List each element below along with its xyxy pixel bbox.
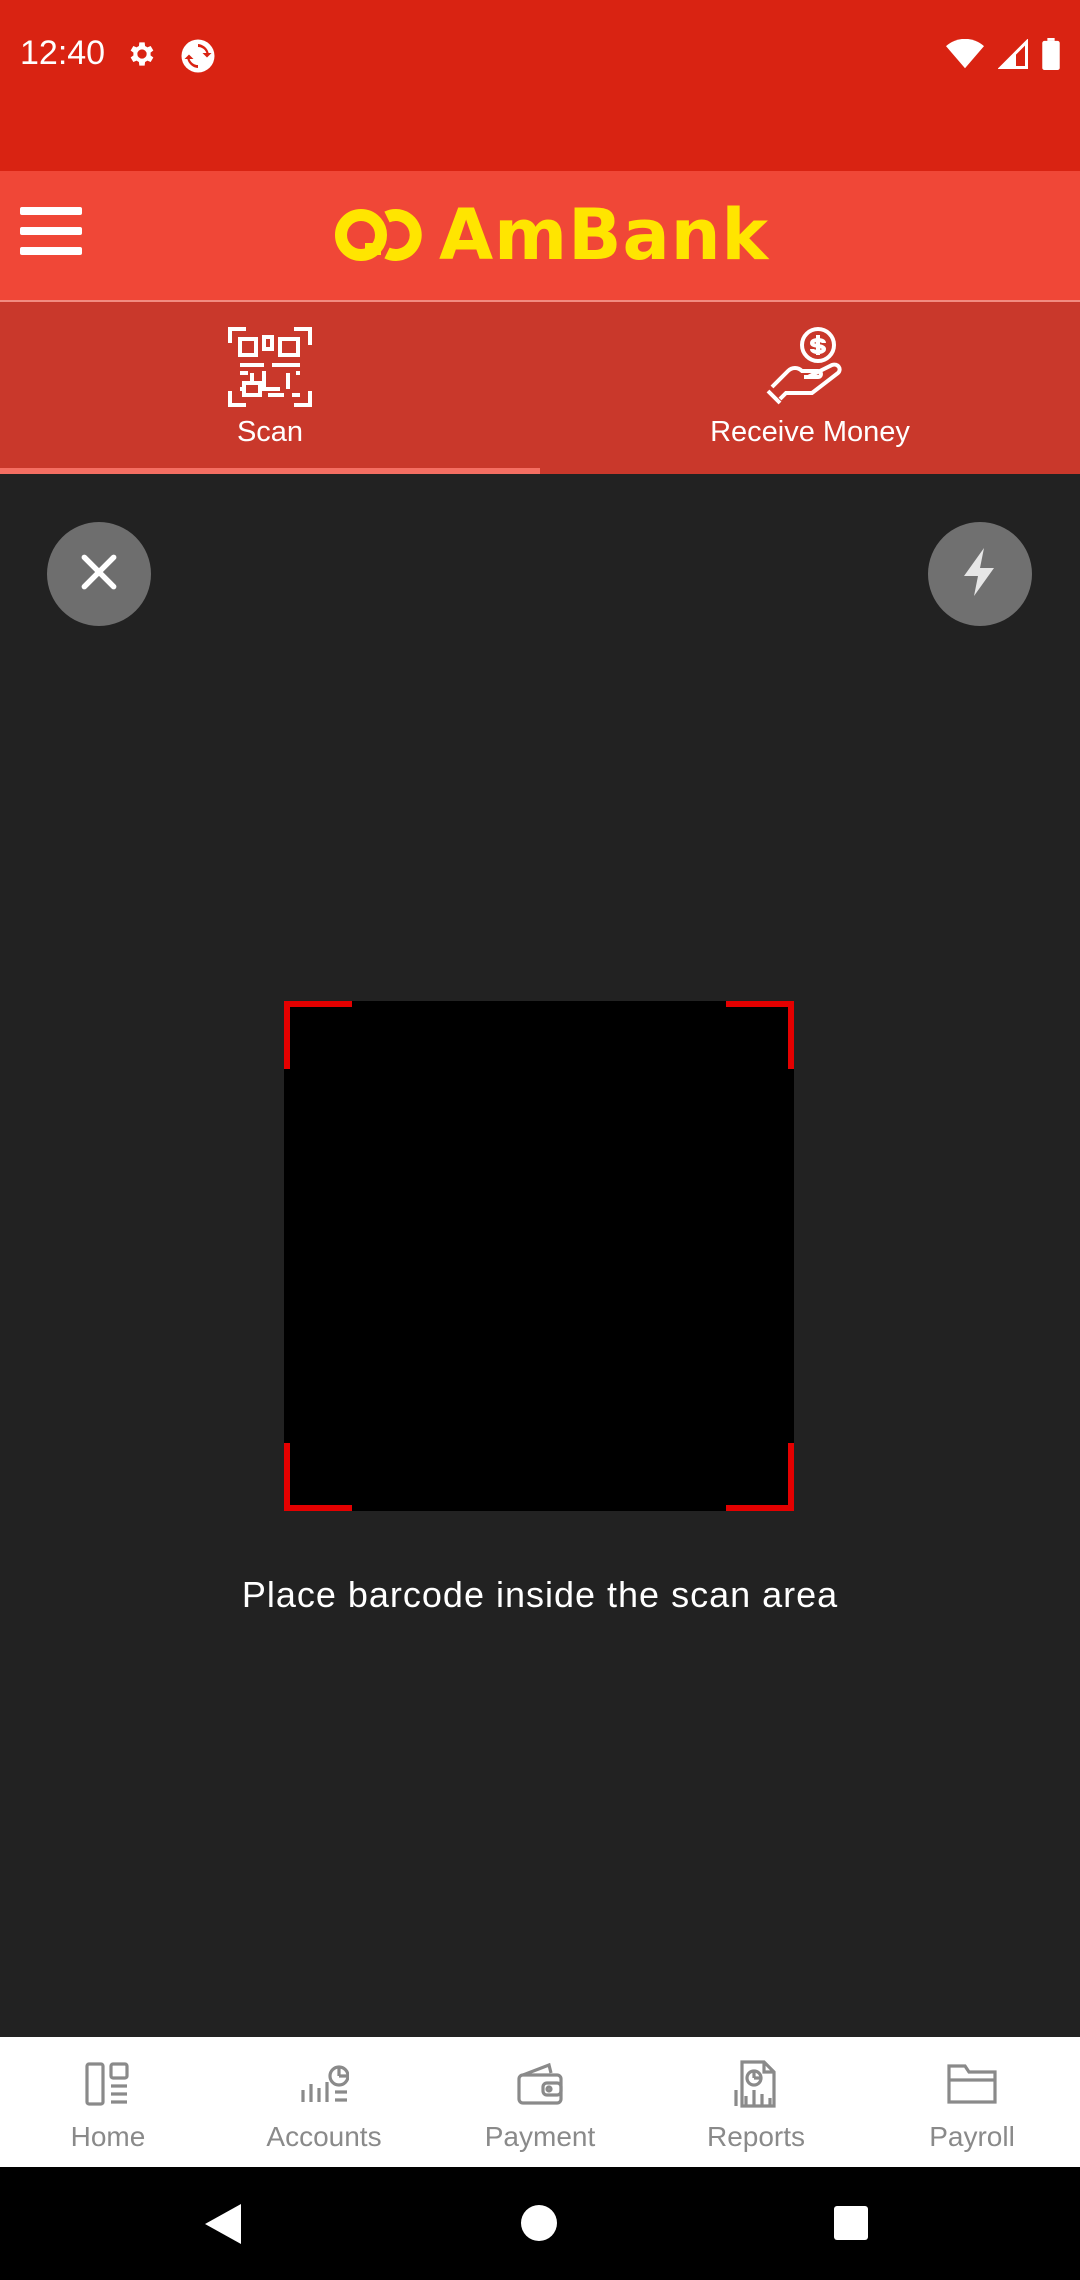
- nav-accounts[interactable]: Accounts: [216, 2037, 432, 2167]
- scan-frame-corner: [726, 1443, 794, 1511]
- hand-coin-icon: [766, 326, 854, 408]
- status-bar: 12:40: [0, 0, 1080, 171]
- bottom-nav: Home Accounts Payment Reports Payroll: [0, 2037, 1080, 2167]
- scan-area: [284, 1001, 794, 1511]
- back-icon[interactable]: [205, 2204, 241, 2249]
- ambank-logo-mark: [335, 209, 422, 261]
- flash-button[interactable]: [928, 522, 1032, 626]
- home-icon[interactable]: [521, 2205, 557, 2241]
- scan-frame-corner: [284, 1001, 352, 1069]
- close-icon: [77, 550, 121, 599]
- ambank-logo: AmBank: [335, 194, 770, 276]
- battery-icon: [1042, 38, 1060, 75]
- status-icons-left: [126, 38, 216, 79]
- tab-scan[interactable]: Scan: [0, 302, 540, 474]
- gear-icon: [126, 38, 158, 79]
- nav-reports[interactable]: Reports: [648, 2037, 864, 2167]
- hamburger-menu-icon[interactable]: [20, 207, 82, 263]
- sync-icon: [180, 38, 216, 79]
- accounts-chart-icon: [299, 2059, 349, 2109]
- scan-frame-corner: [284, 1443, 352, 1511]
- nav-home-label: Home: [70, 2121, 146, 2152]
- scan-hint: Place barcode inside the scan area: [241, 1574, 839, 1615]
- close-button[interactable]: [47, 522, 151, 626]
- nav-payment[interactable]: Payment: [432, 2037, 648, 2167]
- nav-payroll[interactable]: Payroll: [864, 2037, 1080, 2167]
- signal-icon: [997, 38, 1028, 74]
- flash-icon: [960, 547, 1000, 601]
- camera-viewfinder: Place barcode inside the scan area: [0, 474, 1080, 2037]
- dashboard-icon: [85, 2059, 131, 2109]
- recents-icon[interactable]: [834, 2206, 868, 2240]
- tab-scan-label: Scan: [236, 416, 304, 448]
- wallet-icon: [517, 2059, 563, 2109]
- app-bar: AmBank: [0, 171, 1080, 302]
- tab-bar: Scan Receive Money: [0, 302, 1080, 474]
- tab-receive-money[interactable]: Receive Money: [540, 302, 1080, 474]
- nav-reports-label: Reports: [706, 2121, 806, 2152]
- status-time: 12:40: [20, 34, 106, 72]
- folder-icon: [947, 2059, 997, 2109]
- nav-accounts-label: Accounts: [266, 2121, 382, 2152]
- scan-frame-corner: [726, 1001, 794, 1069]
- nav-payroll-label: Payroll: [929, 2121, 1015, 2152]
- nav-home[interactable]: Home: [0, 2037, 216, 2167]
- qr-code-icon: [228, 326, 312, 408]
- wifi-icon: [946, 38, 984, 74]
- status-icons-right: [946, 38, 1060, 75]
- system-nav-bar: [0, 2167, 1080, 2280]
- report-icon: [734, 2059, 778, 2109]
- nav-payment-label: Payment: [484, 2121, 596, 2152]
- brand-name: AmBank: [439, 194, 770, 276]
- tab-receive-money-label: Receive Money: [710, 416, 910, 448]
